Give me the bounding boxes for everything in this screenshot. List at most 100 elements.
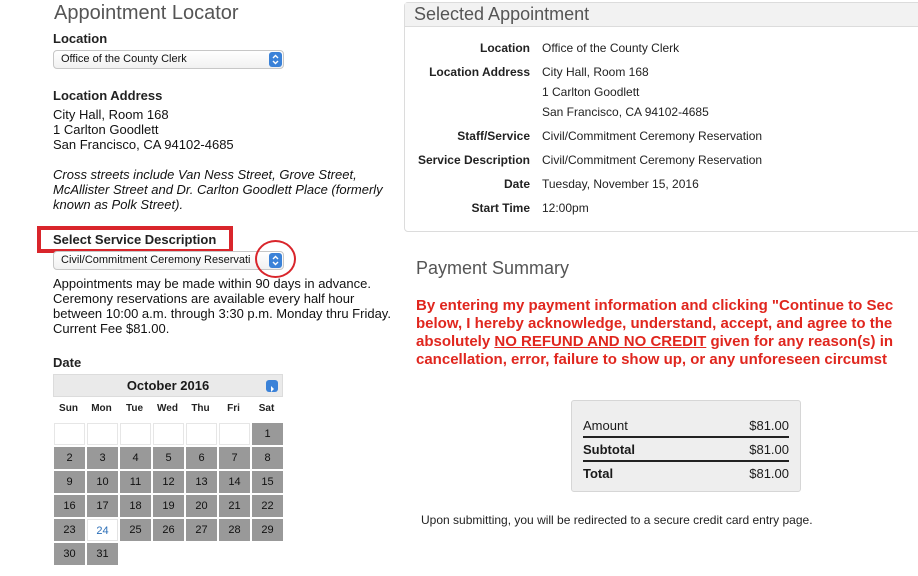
- calendar-empty-cell: [186, 423, 217, 445]
- page-title: Appointment Locator: [54, 2, 239, 24]
- weekday-header: Thu: [191, 403, 210, 414]
- panel-title: Selected Appointment: [405, 3, 918, 27]
- date-label: Date: [53, 355, 82, 370]
- cross-streets-line: McAllister Street and Dr. Carlton Goodle…: [53, 182, 383, 197]
- calendar-day[interactable]: 19: [153, 495, 184, 517]
- total-label: Total: [583, 466, 614, 481]
- calendar-day[interactable]: 31: [87, 543, 118, 565]
- calendar-day[interactable]: 16: [54, 495, 85, 517]
- calendar-day[interactable]: 4: [120, 447, 151, 469]
- location-select[interactable]: Office of the County Clerk: [53, 50, 284, 69]
- service-info-line: between 10:00 a.m. through 3:30 p.m. Mon…: [53, 306, 391, 321]
- calendar-day[interactable]: 24: [87, 519, 118, 541]
- amount-label: Amount: [583, 418, 628, 433]
- calendar-day[interactable]: 26: [153, 519, 184, 541]
- location-select-value: Office of the County Clerk: [61, 53, 187, 65]
- weekday-header: Tue: [125, 403, 144, 414]
- weekday-header: Sun: [59, 403, 78, 414]
- appointment-field-key: Start Time: [471, 201, 530, 215]
- divider: [583, 436, 789, 438]
- calendar-day[interactable]: 27: [186, 519, 217, 541]
- calendar-day[interactable]: 5: [153, 447, 184, 469]
- calendar-day[interactable]: 9: [54, 471, 85, 493]
- calendar-day[interactable]: 1: [252, 423, 283, 445]
- subtotal-value: $81.00: [749, 442, 789, 457]
- warning-text: given for any reason(s) in: [706, 333, 894, 350]
- calendar-day[interactable]: 11: [120, 471, 151, 493]
- calendar-day[interactable]: 3: [87, 447, 118, 469]
- calendar-day[interactable]: 22: [252, 495, 283, 517]
- appointment-field-value: Civil/Commitment Ceremony Reservation: [542, 153, 763, 167]
- weekday-header: Fri: [227, 403, 240, 414]
- appointment-field-key: Date: [503, 177, 530, 191]
- amount-value: $81.00: [749, 418, 789, 433]
- service-select[interactable]: Civil/Commitment Ceremony Reservati: [53, 251, 284, 270]
- subtotal-label: Subtotal: [583, 442, 635, 457]
- location-address-label: Location Address: [53, 88, 163, 103]
- calendar-day[interactable]: 2: [54, 447, 85, 469]
- calendar-day[interactable]: 25: [120, 519, 151, 541]
- total-value: $81.00: [749, 466, 789, 481]
- calendar-day[interactable]: 7: [219, 447, 250, 469]
- appointment-field-value: 1 Carlton Goodlett: [542, 85, 640, 99]
- warning-emphasis: NO REFUND AND NO CREDIT: [494, 333, 707, 350]
- appointment-field-value: Civil/Commitment Ceremony Reservation: [542, 129, 763, 143]
- calendar-header: October 2016: [53, 374, 283, 397]
- subtotal-row: Subtotal $81.00: [583, 439, 789, 461]
- calendar-day[interactable]: 18: [120, 495, 151, 517]
- calendar-day[interactable]: 10: [87, 471, 118, 493]
- weekday-header: Sat: [258, 403, 275, 414]
- calendar-month: October 2016: [126, 378, 210, 393]
- calendar-day[interactable]: 17: [87, 495, 118, 517]
- annotation-circle: [255, 240, 296, 278]
- service-label: Select Service Description: [53, 232, 217, 247]
- calendar-day[interactable]: 29: [252, 519, 283, 541]
- location-label: Location: [53, 31, 108, 46]
- appointment-field-value: Tuesday, November 15, 2016: [542, 177, 699, 191]
- service-info-line: Ceremony reservations are available ever…: [53, 291, 355, 306]
- appointment-field-value: City Hall, Room 168: [542, 65, 649, 79]
- appointment-field-value: Office of the County Clerk: [542, 41, 680, 55]
- warning-line: below, I hereby acknowledge, understand,…: [416, 315, 893, 332]
- next-month-icon[interactable]: [266, 380, 278, 392]
- appointment-field-value: 12:00pm: [542, 201, 589, 215]
- calendar-day[interactable]: 8: [252, 447, 283, 469]
- warning-line: By entering my payment information and c…: [416, 297, 894, 314]
- appointment-field-key: Staff/Service: [457, 129, 530, 143]
- appointment-field-key: Service Description: [417, 153, 530, 167]
- calendar-day[interactable]: 21: [219, 495, 250, 517]
- refund-warning: By entering my payment information and c…: [416, 297, 918, 369]
- amount-row: Amount $81.00: [583, 415, 789, 437]
- warning-line: absolutely NO REFUND AND NO CREDIT given…: [416, 333, 918, 351]
- weekday-header: Mon: [91, 403, 112, 414]
- total-row: Total $81.00: [583, 463, 789, 485]
- calendar-day[interactable]: 6: [186, 447, 217, 469]
- address-line-2: 1 Carlton Goodlett: [53, 122, 159, 137]
- calendar-day[interactable]: 15: [252, 471, 283, 493]
- appointment-field-key: Location: [480, 41, 530, 55]
- service-info-line: Appointments may be made within 90 days …: [53, 276, 371, 291]
- calendar-day[interactable]: 12: [153, 471, 184, 493]
- calendar-day[interactable]: 23: [54, 519, 85, 541]
- calendar-empty-cell: [153, 423, 184, 445]
- calendar-day[interactable]: 28: [219, 519, 250, 541]
- appointment-field-key: Location Address: [429, 65, 530, 79]
- calendar-day[interactable]: 13: [186, 471, 217, 493]
- select-arrows-icon: [269, 52, 282, 67]
- address-line-3: San Francisco, CA 94102-4685: [53, 137, 234, 152]
- calendar-day[interactable]: 20: [186, 495, 217, 517]
- calendar-empty-cell: [219, 423, 250, 445]
- cross-streets-line: Cross streets include Van Ness Street, G…: [53, 167, 357, 182]
- payment-title: Payment Summary: [416, 258, 570, 278]
- calendar-day[interactable]: 30: [54, 543, 85, 565]
- calendar-empty-cell: [54, 423, 85, 445]
- cross-streets-line: known as Polk Street).: [53, 197, 184, 212]
- calendar-empty-cell: [87, 423, 118, 445]
- address-line-1: City Hall, Room 168: [53, 107, 169, 122]
- calendar-day[interactable]: 14: [219, 471, 250, 493]
- service-select-value: Civil/Commitment Ceremony Reservati: [61, 254, 251, 266]
- warning-line: cancellation, error, failure to show up,…: [416, 351, 887, 368]
- calendar-empty-cell: [120, 423, 151, 445]
- redirect-note: Upon submitting, you will be redirected …: [421, 513, 813, 527]
- divider: [583, 460, 789, 462]
